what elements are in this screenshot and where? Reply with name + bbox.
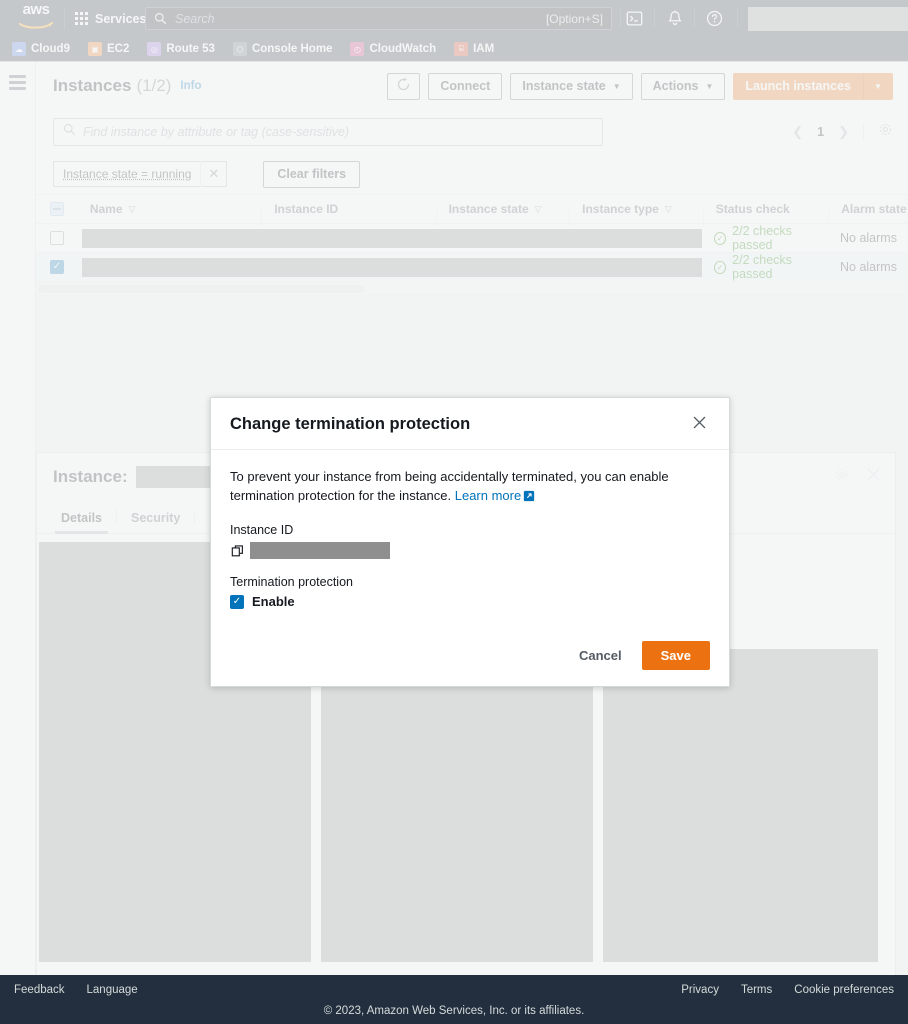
termination-protection-label: Termination protection: [230, 575, 353, 589]
enable-checkbox-row[interactable]: ✓ Enable: [230, 594, 710, 609]
footer-links: Feedback Language Privacy Terms Cookie pref…: [0, 975, 908, 1005]
footer-link-privacy[interactable]: Privacy: [681, 984, 719, 996]
aws-console-page: aws Services Search [Option+S]: [0, 0, 908, 1024]
external-link-icon[interactable]: [523, 488, 535, 507]
change-termination-protection-modal: Change termination protection To prevent…: [210, 397, 730, 687]
modal-description-text: To prevent your instance from being acci…: [230, 469, 669, 503]
footer-left-links: Feedback Language: [14, 984, 160, 996]
modal-description: To prevent your instance from being acci…: [230, 467, 710, 507]
footer-link-language[interactable]: Language: [87, 984, 138, 996]
footer-link-feedback[interactable]: Feedback: [14, 984, 65, 996]
modal-footer: Cancel Save: [211, 627, 729, 686]
enable-label: Enable: [252, 594, 295, 609]
footer-copyright: © 2023, Amazon Web Services, Inc. or its…: [323, 1005, 585, 1017]
checkmark-icon: ✓: [232, 595, 242, 607]
enable-checkbox[interactable]: ✓: [230, 594, 244, 609]
instance-id-label: Instance ID: [230, 523, 294, 537]
copy-icon[interactable]: [230, 543, 246, 559]
learn-more-link[interactable]: Learn more: [455, 488, 521, 503]
close-icon[interactable]: [690, 415, 709, 433]
modal-body: To prevent your instance from being acci…: [211, 450, 729, 615]
footer-link-cookie-preferences[interactable]: Cookie preferences: [794, 984, 894, 996]
cancel-button[interactable]: Cancel: [569, 642, 632, 669]
instance-id-row: [230, 542, 710, 559]
modal-header: Change termination protection: [211, 398, 729, 450]
modal-title: Change termination protection: [230, 415, 471, 433]
page-footer: Feedback Language Privacy Terms Cookie pref…: [0, 975, 908, 1024]
save-button[interactable]: Save: [641, 641, 710, 670]
footer-link-terms[interactable]: Terms: [741, 984, 772, 996]
instance-id-value-redacted: [250, 542, 390, 559]
footer-right-links: Privacy Terms Cookie preferences: [681, 984, 894, 996]
